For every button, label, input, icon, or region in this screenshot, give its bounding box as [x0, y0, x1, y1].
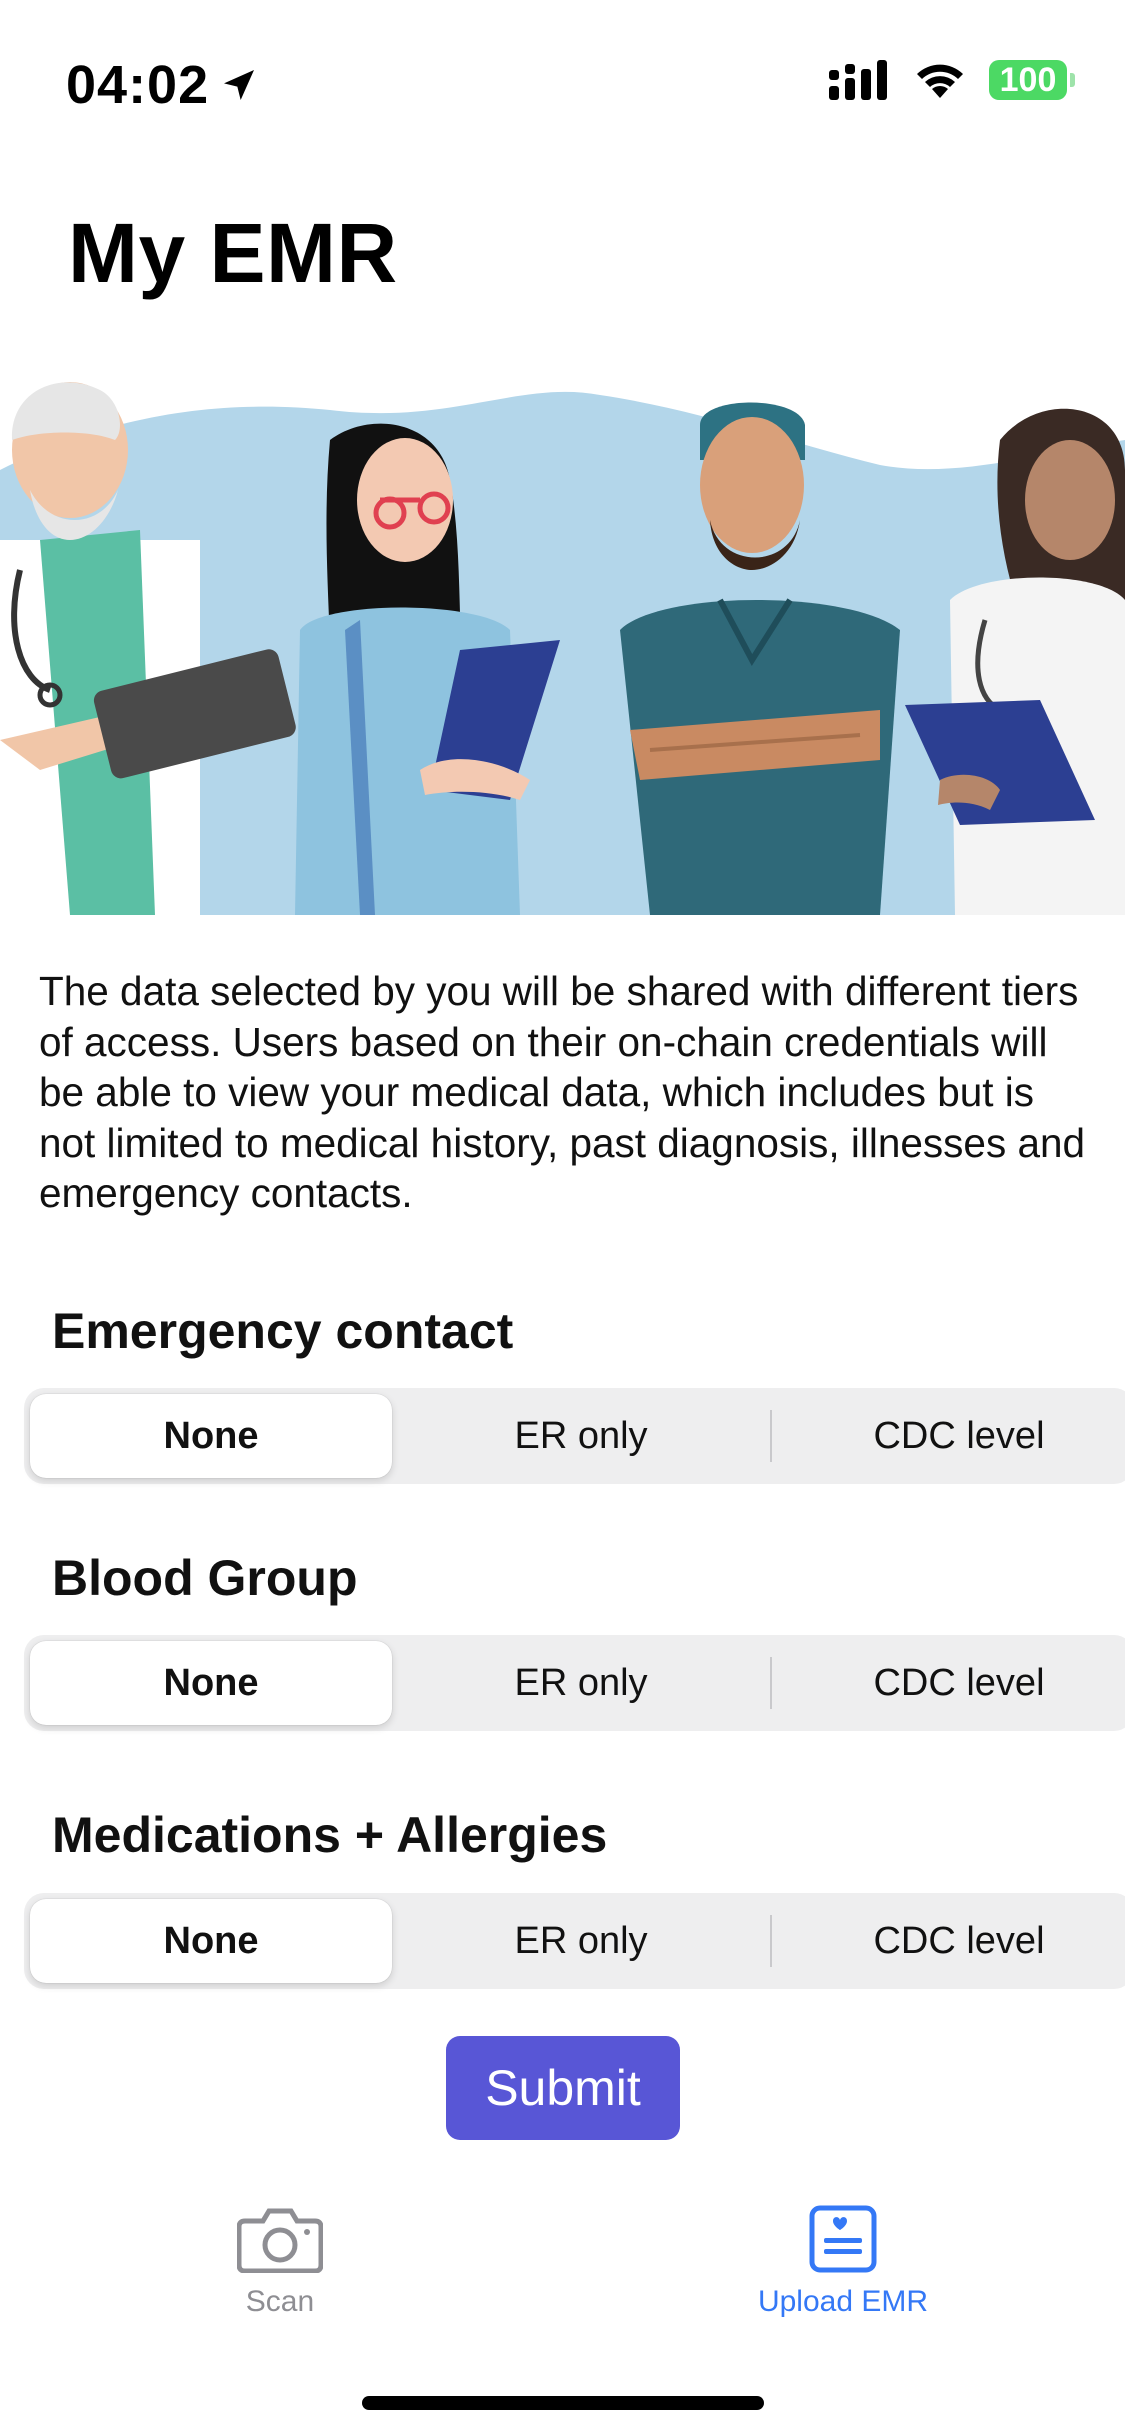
segmented-control-medications-allergies: None ER only CDC level: [24, 1893, 1125, 1989]
medical-record-icon: [809, 2205, 877, 2273]
segmented-control-blood-group: None ER only CDC level: [24, 1635, 1125, 1731]
battery-level: 100: [999, 60, 1057, 99]
segment-cdc-level[interactable]: CDC level: [770, 1641, 1125, 1725]
tab-scan-label: Scan: [245, 2285, 315, 2318]
segment-none[interactable]: None: [30, 1899, 392, 1983]
segmented-control-emergency-contact: None ER only CDC level: [24, 1388, 1125, 1484]
status-icons: 100: [829, 60, 1075, 100]
doctors-illustration: [0, 382, 1125, 915]
tab-scan[interactable]: Scan: [200, 2205, 360, 2319]
home-indicator: [362, 2396, 764, 2410]
tab-upload-emr[interactable]: Upload EMR: [743, 2205, 943, 2319]
submit-button[interactable]: Submit: [446, 2036, 680, 2140]
status-bar: 04:02 100: [0, 0, 1125, 180]
segment-er-only[interactable]: ER only: [392, 1394, 770, 1478]
cellular-signal-icon: [829, 60, 887, 100]
wifi-icon: [917, 64, 963, 98]
segment-er-only[interactable]: ER only: [392, 1899, 770, 1983]
segment-cdc-level[interactable]: CDC level: [770, 1899, 1125, 1983]
camera-icon: [237, 2208, 323, 2273]
description-text: The data selected by you will be shared …: [39, 968, 1086, 1216]
page-title: My EMR: [68, 206, 398, 300]
segment-er-only[interactable]: ER only: [392, 1641, 770, 1725]
status-time: 04:02: [66, 55, 210, 115]
status-time-wrap: 04:02: [66, 54, 259, 116]
section-label-blood-group: Blood Group: [52, 1550, 358, 1606]
section-label-emergency-contact: Emergency contact: [52, 1303, 514, 1359]
location-arrow-icon: [224, 70, 255, 100]
segment-cdc-level[interactable]: CDC level: [770, 1394, 1125, 1478]
tab-upload-emr-label: Upload EMR: [757, 2285, 929, 2318]
battery-icon: 100: [989, 60, 1075, 100]
segment-none[interactable]: None: [30, 1641, 392, 1725]
segment-none[interactable]: None: [30, 1394, 392, 1478]
section-label-medications-allergies: Medications + Allergies: [52, 1807, 608, 1863]
